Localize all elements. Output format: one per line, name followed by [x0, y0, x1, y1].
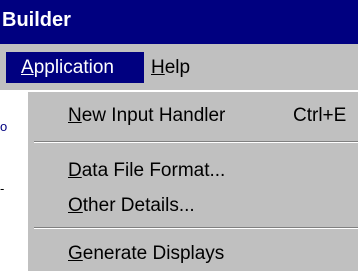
background-text-fragment: o — [0, 119, 8, 134]
background-window-edge: o - — [0, 90, 26, 271]
application-dropdown-menu: New Input Handler Ctrl+E Data File Forma… — [26, 90, 358, 271]
menu-item-mnemonic: O — [68, 195, 83, 216]
menu-item-label: ata File Format... — [81, 160, 226, 181]
menu-application[interactable]: Application — [6, 52, 144, 83]
menu-help[interactable]: Help — [147, 52, 207, 83]
menu-separator — [34, 141, 358, 143]
menu-item-mnemonic: G — [68, 243, 83, 264]
menu-item-label: ew Input Handler — [81, 105, 226, 126]
menu-help-mnemonic: H — [151, 57, 165, 78]
menu-item-label: enerate Displays — [82, 243, 225, 264]
menu-item-label: ther Details... — [82, 195, 195, 216]
window-title-bar[interactable]: Builder — [0, 0, 358, 44]
menu-item-other-details[interactable]: Other Details... — [68, 194, 195, 218]
menu-item-mnemonic: D — [68, 160, 82, 181]
menu-application-label: pplication — [33, 57, 114, 78]
menu-separator — [34, 227, 358, 229]
menu-item-shortcut: Ctrl+E — [293, 105, 347, 126]
window-title: Builder — [2, 9, 71, 31]
menu-application-mnemonic: A — [21, 57, 34, 78]
menu-item-data-file-format[interactable]: Data File Format... — [68, 159, 225, 183]
background-text-fragment: - — [0, 181, 5, 196]
menu-item-new-input-handler[interactable]: New Input Handler Ctrl+E — [68, 104, 348, 128]
menu-help-label: elp — [164, 57, 191, 78]
menu-bar: Application Help — [0, 44, 358, 90]
menu-item-mnemonic: N — [68, 105, 82, 126]
menu-item-generate-displays[interactable]: Generate Displays — [68, 242, 224, 266]
